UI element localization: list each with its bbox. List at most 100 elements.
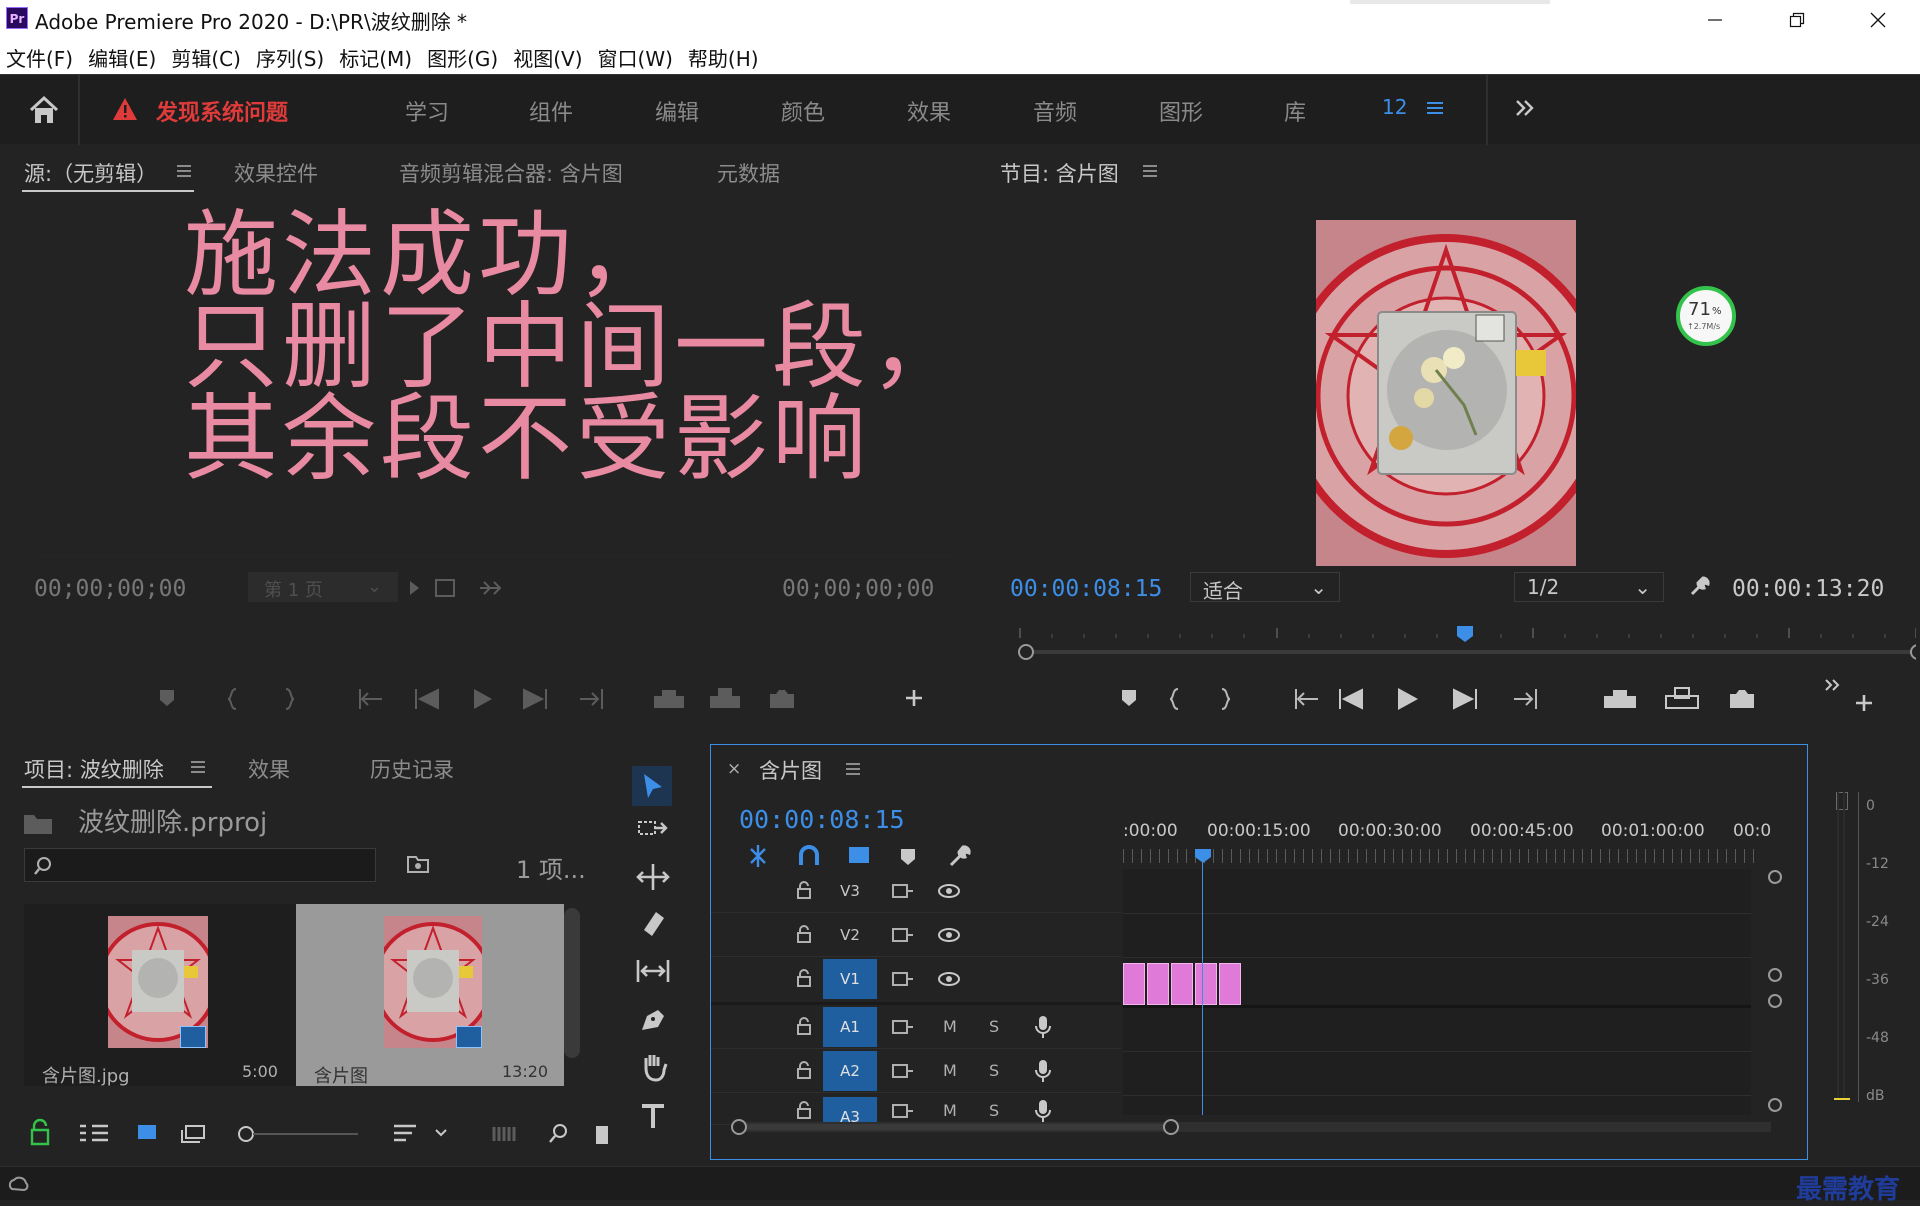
project-item-1[interactable]: 含片图.jpg 5:00 bbox=[24, 904, 296, 1087]
page-select[interactable]: 第 1 页 ⌄ bbox=[248, 572, 398, 602]
menu-edit[interactable]: 编辑(E) bbox=[88, 43, 156, 72]
project-item-2[interactable]: 含片图 13:20 bbox=[296, 904, 564, 1087]
mark-in-icon[interactable] bbox=[1169, 688, 1179, 710]
workspace-tab-effects[interactable]: 效果 bbox=[907, 95, 951, 127]
sync-lock-icon[interactable] bbox=[891, 1019, 915, 1035]
mute-button[interactable]: M bbox=[943, 1017, 957, 1036]
freeform-view-icon[interactable] bbox=[181, 1125, 205, 1143]
play-icon[interactable] bbox=[1398, 688, 1418, 710]
resolution-select[interactable]: 1/2 ⌄ bbox=[1514, 572, 1664, 602]
export-frame-icon[interactable] bbox=[770, 690, 794, 708]
workspace-tab-learn[interactable]: 学习 bbox=[405, 95, 449, 127]
track-area[interactable] bbox=[1123, 869, 1751, 1115]
chevron-down-icon[interactable] bbox=[435, 1129, 447, 1137]
tab-metadata[interactable]: 元数据 bbox=[717, 158, 780, 188]
track-lock-icon[interactable] bbox=[797, 881, 811, 899]
track-lock-icon[interactable] bbox=[797, 969, 811, 987]
snap-magnet-icon[interactable] bbox=[799, 845, 819, 865]
find-icon[interactable] bbox=[553, 1124, 567, 1138]
tab-sequence[interactable]: 含片图 bbox=[759, 755, 822, 785]
tab-effect-controls[interactable]: 效果控件 bbox=[234, 158, 318, 188]
panel-menu-icon[interactable] bbox=[190, 760, 206, 774]
track-label[interactable]: A1 bbox=[823, 1007, 877, 1047]
panel-menu-icon[interactable] bbox=[845, 762, 861, 776]
clip[interactable] bbox=[1123, 963, 1145, 1005]
menu-help[interactable]: 帮助(H) bbox=[688, 43, 759, 72]
tab-history[interactable]: 历史记录 bbox=[370, 754, 454, 784]
workspace-tab-color[interactable]: 颜色 bbox=[781, 95, 825, 127]
tab-audio-clip-mixer[interactable]: 音频剪辑混合器: 含片图 bbox=[399, 158, 623, 188]
track-select-tool[interactable] bbox=[636, 814, 670, 844]
close-sequence-icon[interactable]: × bbox=[727, 759, 741, 779]
step-back-icon[interactable] bbox=[1339, 688, 1363, 710]
system-issue-warning[interactable]: 发现系统问题 bbox=[156, 95, 288, 127]
go-to-out-icon[interactable] bbox=[1514, 689, 1537, 709]
workspace-tab-assembly[interactable]: 组件 bbox=[529, 95, 573, 127]
go-to-in-icon[interactable] bbox=[1295, 689, 1318, 709]
timeline-current-timecode[interactable]: 00:00:08:15 bbox=[739, 805, 905, 834]
microphone-icon[interactable] bbox=[1035, 1059, 1051, 1083]
marker-icon[interactable] bbox=[1122, 690, 1136, 706]
add-marker-icon[interactable] bbox=[901, 849, 915, 865]
track-label[interactable]: V2 bbox=[823, 915, 877, 955]
insert-icon[interactable] bbox=[654, 690, 684, 708]
settings-wrench-icon[interactable] bbox=[949, 845, 971, 867]
playhead-handle[interactable] bbox=[1195, 849, 1211, 863]
track-lock-icon[interactable] bbox=[797, 925, 811, 943]
sync-lock-icon[interactable] bbox=[891, 971, 915, 987]
mark-out-icon[interactable] bbox=[285, 688, 295, 710]
solo-button[interactable]: S bbox=[989, 1061, 999, 1080]
project-scrollbar[interactable] bbox=[564, 908, 580, 1058]
home-button[interactable] bbox=[28, 95, 60, 125]
sort-icon[interactable] bbox=[394, 1124, 416, 1142]
automate-icon[interactable] bbox=[492, 1127, 516, 1141]
project-search-input[interactable] bbox=[24, 848, 376, 882]
menu-graphics[interactable]: 图形(G) bbox=[427, 43, 498, 72]
track-label[interactable]: A2 bbox=[823, 1051, 877, 1091]
solo-button[interactable]: S bbox=[989, 1017, 999, 1036]
go-to-in-icon[interactable] bbox=[359, 689, 382, 709]
slip-tool[interactable] bbox=[636, 956, 670, 986]
sync-lock-icon[interactable] bbox=[891, 1063, 915, 1079]
horizontal-zoom-scrollbar[interactable] bbox=[731, 1117, 1781, 1137]
go-to-out-icon[interactable] bbox=[580, 689, 603, 709]
creative-cloud-icon[interactable] bbox=[6, 1173, 30, 1195]
sync-lock-icon[interactable] bbox=[891, 883, 915, 899]
track-lock-icon[interactable] bbox=[797, 1061, 811, 1079]
program-current-timecode[interactable]: 00:00:08:15 bbox=[1010, 576, 1162, 602]
panel-menu-icon[interactable] bbox=[176, 164, 192, 178]
menu-window[interactable]: 窗口(W) bbox=[598, 43, 673, 72]
export-frame-icon[interactable] bbox=[1730, 690, 1754, 708]
minimize-button[interactable] bbox=[1675, 0, 1755, 40]
clip[interactable] bbox=[1147, 963, 1169, 1005]
workspace-tab-libraries[interactable]: 库 bbox=[1284, 95, 1306, 127]
razor-tool[interactable] bbox=[638, 908, 668, 938]
add-button-icon[interactable] bbox=[1854, 693, 1874, 713]
track-label[interactable]: V3 bbox=[823, 871, 877, 911]
time-ruler-ticks[interactable] bbox=[1123, 849, 1759, 863]
tab-effects[interactable]: 效果 bbox=[248, 754, 290, 784]
lock-icon[interactable] bbox=[30, 1118, 50, 1146]
track-label[interactable]: V1 bbox=[823, 959, 877, 999]
hamburger-icon[interactable] bbox=[1426, 100, 1444, 116]
close-button[interactable] bbox=[1838, 0, 1918, 40]
tab-source[interactable]: 源:（无剪辑） bbox=[24, 158, 157, 188]
restore-button[interactable] bbox=[1757, 0, 1837, 40]
hand-tool[interactable] bbox=[638, 1052, 668, 1082]
step-back-icon[interactable] bbox=[415, 688, 439, 710]
program-time-ruler[interactable] bbox=[996, 626, 1916, 666]
panel-menu-icon[interactable] bbox=[1142, 164, 1158, 178]
network-speed-badge[interactable]: 71 % ↑2.7M/s bbox=[1676, 286, 1736, 346]
zoom-slider-handle[interactable] bbox=[238, 1126, 254, 1142]
more-controls-icon[interactable] bbox=[1824, 678, 1842, 692]
step-forward-icon[interactable] bbox=[1453, 688, 1477, 710]
mark-out-icon[interactable] bbox=[1221, 688, 1231, 710]
menu-marker[interactable]: 标记(M) bbox=[339, 43, 412, 72]
new-item-icon[interactable] bbox=[596, 1126, 608, 1144]
source-timecode-in[interactable]: 00;00;00;00 bbox=[34, 576, 186, 602]
selection-tool[interactable] bbox=[632, 766, 672, 806]
lift-icon[interactable] bbox=[1604, 690, 1636, 708]
workspace-tab-editing[interactable]: 编辑 bbox=[655, 95, 699, 127]
eye-icon[interactable] bbox=[937, 883, 961, 899]
extract-icon[interactable] bbox=[1665, 687, 1699, 709]
